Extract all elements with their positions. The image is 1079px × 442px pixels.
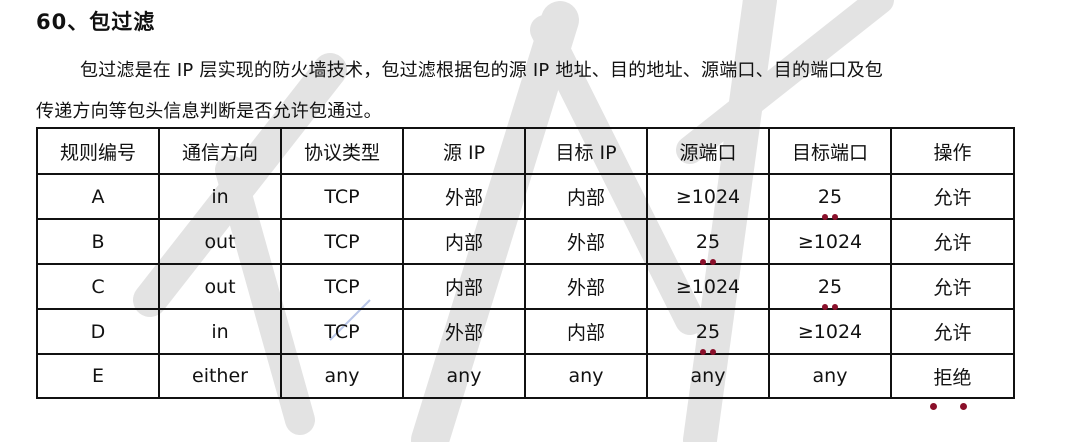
table-row: A in TCP 外部 内部 ≥1024 25 允许 — [36, 173, 1015, 220]
cell-rule-id: C — [36, 263, 160, 310]
emphasis-dots — [770, 211, 890, 220]
cell-source-ip: 外部 — [402, 308, 526, 355]
header-action: 操作 — [890, 127, 1015, 175]
cell-source-ip: 外部 — [402, 173, 526, 220]
cell-source-port: 25 — [646, 218, 770, 265]
header-source-port: 源端口 — [646, 127, 770, 175]
cell-dest-ip: 外部 — [524, 263, 648, 310]
cell-source-port: ≥1024 — [646, 263, 770, 310]
cell-rule-id: A — [36, 173, 160, 220]
cell-source-port: any — [646, 353, 770, 399]
cell-dest-port-value: 25 — [817, 185, 843, 208]
cell-dest-ip: 内部 — [524, 173, 648, 220]
packet-filter-rules-table: 规则编号 通信方向 协议类型 源 IP 目标 IP 源端口 目标端口 操作 A … — [36, 127, 1015, 399]
cell-rule-id: E — [36, 353, 160, 399]
cell-protocol: TCP — [280, 218, 404, 265]
emphasis-dot — [960, 403, 967, 410]
cell-direction: out — [158, 263, 282, 310]
cell-rule-id: D — [36, 308, 160, 355]
cell-dest-port: ≥1024 — [768, 218, 892, 265]
cell-source-port-value: 25 — [695, 230, 721, 253]
cell-dest-port: ≥1024 — [768, 308, 892, 355]
emphasis-dots — [770, 301, 890, 310]
cell-direction: in — [158, 308, 282, 355]
table-header-row: 规则编号 通信方向 协议类型 源 IP 目标 IP 源端口 目标端口 操作 — [36, 127, 1015, 175]
cell-direction: in — [158, 173, 282, 220]
cell-dest-port: 25 — [768, 263, 892, 310]
header-dest-ip: 目标 IP — [524, 127, 648, 175]
cell-action: 允许 — [890, 263, 1015, 310]
section-title: 60、包过滤 — [36, 10, 156, 34]
cell-source-ip: 内部 — [402, 263, 526, 310]
cell-dest-ip: any — [524, 353, 648, 399]
header-source-ip: 源 IP — [402, 127, 526, 175]
header-rule-id: 规则编号 — [36, 127, 160, 175]
cell-source-ip: 内部 — [402, 218, 526, 265]
emphasis-dots — [648, 256, 768, 265]
cell-action: 允许 — [890, 173, 1015, 220]
cell-action: 允许 — [890, 308, 1015, 355]
table-row: C out TCP 内部 外部 ≥1024 25 允许 — [36, 263, 1015, 310]
paragraph-line-2: 传递方向等包头信息判断是否允许包通过。 — [36, 101, 382, 122]
emphasis-dots — [648, 346, 768, 355]
cell-source-ip: any — [402, 353, 526, 399]
cell-dest-port-value: 25 — [817, 275, 843, 298]
table-row: B out TCP 内部 外部 25 ≥1024 允许 — [36, 218, 1015, 265]
cell-protocol: TCP — [280, 173, 404, 220]
table-row: D in TCP 外部 内部 25 ≥1024 允许 — [36, 308, 1015, 355]
cell-source-port-value: 25 — [695, 320, 721, 343]
cell-dest-ip: 内部 — [524, 308, 648, 355]
cell-protocol: TCP — [280, 263, 404, 310]
cell-protocol: TCP — [280, 308, 404, 355]
cell-protocol: any — [280, 353, 404, 399]
table-row: E either any any any any any 拒绝 — [36, 353, 1015, 399]
cell-action: 允许 — [890, 218, 1015, 265]
header-dest-port: 目标端口 — [768, 127, 892, 175]
cell-rule-id: B — [36, 218, 160, 265]
cell-source-port: ≥1024 — [646, 173, 770, 220]
cell-direction: out — [158, 218, 282, 265]
cell-source-port: 25 — [646, 308, 770, 355]
emphasis-dot — [930, 403, 937, 410]
header-protocol: 协议类型 — [280, 127, 404, 175]
paragraph-line-1: 包过滤是在 IP 层实现的防火墙技术，包过滤根据包的源 IP 地址、目的地址、源… — [80, 60, 884, 81]
cell-dest-ip: 外部 — [524, 218, 648, 265]
header-direction: 通信方向 — [158, 127, 282, 175]
cell-dest-port: 25 — [768, 173, 892, 220]
cell-dest-port: any — [768, 353, 892, 399]
cell-action: 拒绝 — [890, 353, 1015, 399]
cell-direction: either — [158, 353, 282, 399]
